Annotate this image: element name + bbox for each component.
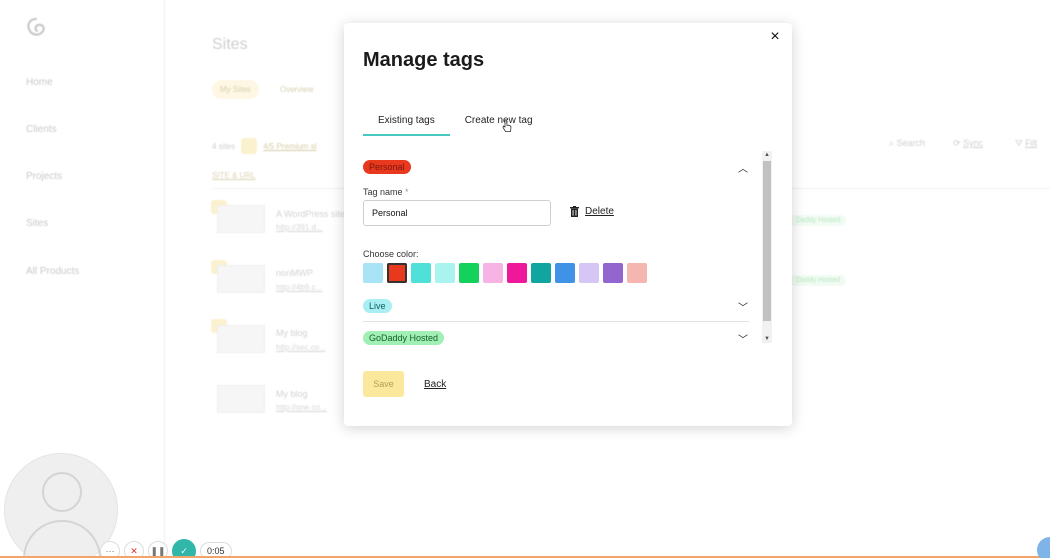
scroll-down-icon[interactable]: ▼ [763, 335, 771, 343]
tags-list: Personal ︿ Tag name * Delete Choose colo… [363, 151, 773, 346]
sidebar-item-sites[interactable]: Sites [26, 218, 48, 229]
delete-label: Delete [585, 206, 614, 217]
tag-chip-personal: Personal [363, 160, 411, 174]
trash-icon [570, 206, 579, 217]
color-swatch[interactable] [459, 263, 479, 283]
status-badge: Daddy Hosted [790, 275, 847, 286]
sync-label: Sync [963, 138, 984, 148]
site-thumbnail[interactable] [217, 205, 265, 233]
site-name[interactable]: A WordPress site [276, 209, 345, 219]
tags-scrollbar[interactable]: ▲ ▼ [762, 151, 772, 343]
filter-button[interactable]: ⛛ Filt [1015, 138, 1037, 149]
search-icon: ⌕ [889, 138, 895, 148]
color-swatch[interactable] [603, 263, 623, 283]
chevron-down-icon[interactable]: ﹀ [737, 299, 749, 314]
tag-name-label: Tag name * [363, 187, 409, 197]
delete-tag-button[interactable]: Delete [570, 206, 614, 217]
chevron-down-icon[interactable]: ﹀ [737, 331, 749, 346]
filter-label: Filt [1025, 138, 1038, 148]
required-mark: * [405, 187, 409, 197]
scroll-up-icon[interactable]: ▲ [763, 151, 771, 159]
site-thumbnail[interactable] [217, 265, 265, 293]
site-name[interactable]: nonMWP [276, 268, 313, 278]
sidebar-item-home[interactable]: Home [26, 77, 53, 88]
color-swatch[interactable] [579, 263, 599, 283]
site-url[interactable]: http://one.co... [276, 403, 327, 412]
tab-existing-tags[interactable]: Existing tags [363, 111, 450, 136]
godaddy-logo-icon [24, 16, 48, 40]
sites-summary: 4 sites 4/5 Premium sl [212, 138, 316, 154]
page-title: Sites [212, 36, 248, 53]
color-swatch[interactable] [435, 263, 455, 283]
avatar-head-icon [42, 472, 82, 512]
color-swatch[interactable] [627, 263, 647, 283]
site-thumbnail[interactable] [217, 385, 265, 413]
dialog-title: Manage tags [363, 49, 485, 71]
site-thumbnail[interactable] [217, 325, 265, 353]
save-button[interactable]: Save [363, 371, 404, 397]
tag-chip-live: Live [363, 299, 392, 313]
column-header-site-url[interactable]: SITE & URL [212, 171, 256, 180]
site-url[interactable]: http://4b9.c... [276, 283, 322, 292]
sidebar-item-clients[interactable]: Clients [26, 124, 57, 135]
sidebar-item-all-products[interactable]: All Products [26, 266, 79, 277]
back-button[interactable]: Back [424, 379, 446, 390]
avatar-body-icon [23, 520, 101, 558]
search-label: Search [896, 138, 926, 148]
color-swatch[interactable] [531, 263, 551, 283]
divider [363, 321, 749, 322]
color-swatch[interactable] [411, 263, 431, 283]
site-name[interactable]: My blog [276, 328, 308, 338]
tag-name-input[interactable] [363, 200, 551, 226]
tab-create-new-tag[interactable]: Create new tag [450, 111, 548, 136]
site-url[interactable]: http://391.d... [276, 223, 323, 232]
site-url[interactable]: http://sec.co... [276, 343, 326, 352]
hand-pointer-icon [502, 119, 512, 132]
filter-icon: ⛛ [1015, 138, 1023, 148]
choose-color-label: Choose color: [363, 249, 419, 259]
tab-bar: Existing tags Create new tag [363, 111, 548, 136]
color-swatch[interactable] [507, 263, 527, 283]
pill-overview[interactable]: Overview [272, 80, 321, 99]
tag-name-label-text: Tag name [363, 187, 403, 197]
color-swatches [363, 263, 647, 283]
status-badge: Daddy Hosted [790, 215, 847, 226]
color-swatch[interactable] [555, 263, 575, 283]
tag-accordion-godaddy-hosted[interactable]: GoDaddy Hosted ﹀ [363, 327, 749, 346]
tag-accordion-live[interactable]: Live ﹀ [363, 295, 749, 317]
pill-my-sites[interactable]: My Sites [212, 80, 259, 99]
color-swatch[interactable] [387, 263, 407, 283]
premium-link[interactable]: 4/5 Premium sl [263, 142, 316, 151]
scrollbar-thumb[interactable] [763, 161, 771, 321]
sync-button[interactable]: ⟳ Sync [953, 138, 983, 149]
search-button[interactable]: ⌕ Search [889, 138, 925, 149]
tag-accordion-personal[interactable]: Personal ︿ [363, 156, 749, 178]
tag-chip-godaddy-hosted: GoDaddy Hosted [363, 331, 445, 345]
crown-icon [241, 138, 258, 154]
manage-tags-dialog: × Manage tags Existing tags Create new t… [344, 23, 792, 426]
site-name[interactable]: My blog [276, 389, 308, 399]
color-swatch[interactable] [363, 263, 383, 283]
chevron-up-icon[interactable]: ︿ [737, 160, 749, 175]
close-icon[interactable]: × [767, 29, 783, 45]
sidebar-item-projects[interactable]: Projects [26, 171, 62, 182]
sites-count: 4 sites [212, 141, 236, 151]
color-swatch[interactable] [483, 263, 503, 283]
sync-icon: ⟳ [953, 138, 961, 148]
